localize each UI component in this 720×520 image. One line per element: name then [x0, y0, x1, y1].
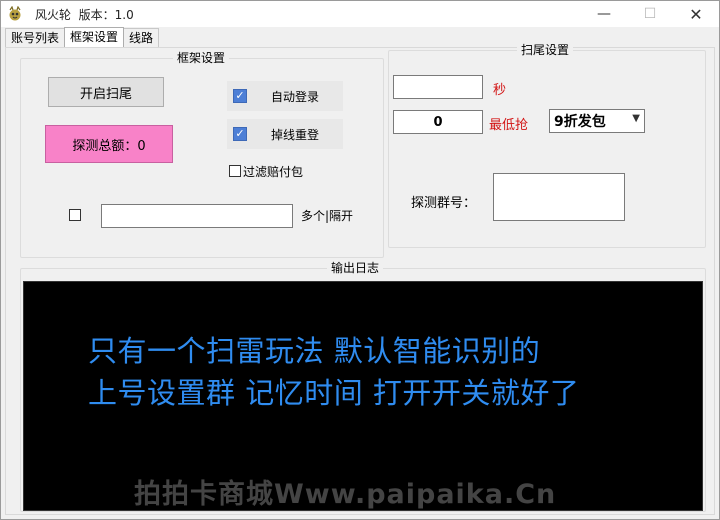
auto-login-label: 自动登录: [270, 89, 319, 104]
framework-settings-group: 框架设置 开启扫尾 探测总额：0 ✓ 自动登录 ✓ 掉线重登 过滤赔付包 多个|…: [20, 51, 384, 258]
app-logo-icon: [9, 6, 21, 21]
watermark-text: 拍拍卡商城Www.paipaika.Cn: [134, 479, 557, 510]
output-log-area: 只有一个扫雷玩法 默认智能识别的 上号设置群 记忆时间 打开开关就好了 拍拍卡商…: [23, 281, 703, 511]
reconnect-checkbox[interactable]: ✓: [233, 127, 247, 141]
tab-bar: 账号列表 框架设置 线路: [5, 27, 160, 48]
multi-field-checkbox[interactable]: [69, 209, 81, 221]
title-bar: 风火轮 版本：1.0 — ☐ ✕: [1, 1, 719, 27]
filter-pay-checkbox[interactable]: [229, 165, 241, 177]
window-title: 风火轮 版本：1.0: [35, 8, 134, 22]
log-line-1: 只有一个扫雷玩法 默认智能识别的: [88, 334, 541, 368]
reconnect-option[interactable]: ✓ 掉线重登: [227, 119, 343, 149]
seconds-unit-label: 秒: [493, 83, 507, 98]
close-button[interactable]: ✕: [673, 1, 719, 27]
multi-input-hint: 多个|隔开: [301, 209, 354, 223]
min-grab-label: 最低抢: [489, 118, 529, 133]
maximize-button[interactable]: ☐: [627, 1, 673, 27]
log-group-title: 输出日志: [327, 261, 384, 275]
minimize-button[interactable]: —: [581, 1, 627, 27]
probe-total-button[interactable]: 探测总额：0: [45, 125, 173, 163]
tab-routes[interactable]: 线路: [123, 28, 160, 48]
discount-select-value: 9折发包: [554, 114, 606, 130]
app-window: 风火轮 版本：1.0 — ☐ ✕ 账号列表 框架设置 线路 框架设置 开启扫尾 …: [0, 0, 720, 520]
log-line-2: 上号设置群 记忆时间 打开开关就好了: [88, 376, 580, 410]
tab-framework-settings[interactable]: 框架设置: [64, 27, 125, 48]
filter-pay-label: 过滤赔付包: [243, 165, 304, 179]
probe-group-input[interactable]: [493, 173, 625, 221]
chevron-down-icon: ▼: [632, 113, 640, 124]
tab-account-list[interactable]: 账号列表: [5, 28, 66, 48]
probe-group-label: 探测群号：: [411, 196, 477, 211]
start-sweep-button[interactable]: 开启扫尾: [48, 77, 164, 107]
auto-login-option[interactable]: ✓ 自动登录: [227, 81, 343, 111]
sweep-settings-group: 扫尾设置 秒 0 最低抢 9折发包 ▼ 探测群号：: [388, 43, 706, 248]
seconds-input[interactable]: [393, 75, 483, 99]
multi-input[interactable]: [101, 204, 293, 228]
discount-select[interactable]: 9折发包 ▼: [549, 109, 645, 133]
reconnect-label: 掉线重登: [270, 127, 319, 142]
framework-group-title: 框架设置: [173, 51, 230, 65]
sweep-group-title: 扫尾设置: [517, 43, 574, 57]
auto-login-checkbox[interactable]: ✓: [233, 89, 247, 103]
min-grab-input[interactable]: 0: [393, 110, 483, 134]
